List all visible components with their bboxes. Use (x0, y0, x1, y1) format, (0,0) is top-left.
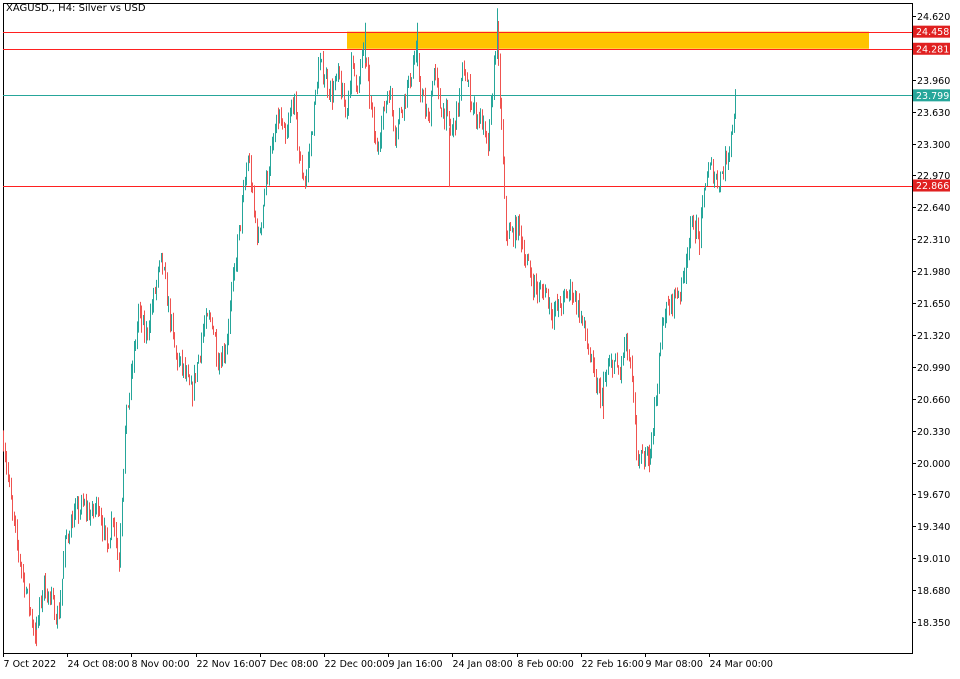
x-tick-label: 8 Feb 00:00 (518, 659, 574, 670)
y-tick-label: 23.630 (917, 108, 950, 119)
y-tick-label: 22.310 (917, 235, 950, 246)
x-tick-label: 9 Mar 08:00 (646, 659, 703, 670)
y-tick-label: 20.990 (917, 363, 950, 374)
x-tick-label: 22 Dec 00:00 (325, 659, 389, 670)
level-tag-label-3: 22.866 (916, 181, 949, 192)
level-tag-label-1: 24.281 (916, 44, 949, 55)
y-tick-label: 22.640 (917, 203, 950, 214)
chart: 24.62024.29023.96023.63023.30022.97022.6… (0, 0, 960, 675)
y-tick-label: 18.350 (917, 618, 950, 629)
level-tag-label-2: 23.799 (916, 91, 949, 102)
y-tick-label: 24.620 (917, 12, 950, 23)
y-tick-label: 21.650 (917, 299, 950, 310)
chart-title: XAGUSD., H4: Silver vs USD (6, 3, 146, 14)
x-tick-label: 22 Nov 16:00 (197, 659, 261, 670)
y-tick-label: 19.340 (917, 522, 950, 533)
y-tick-label: 21.320 (917, 331, 950, 342)
y-tick-label: 19.010 (917, 554, 950, 565)
x-tick-label: 8 Nov 00:00 (132, 659, 190, 670)
x-tick-label: 9 Jan 16:00 (389, 659, 443, 670)
x-tick-label: 7 Oct 2022 (4, 659, 57, 670)
y-tick-label: 18.680 (917, 586, 950, 597)
y-tick-label: 21.980 (917, 267, 950, 278)
y-tick-label: 19.670 (917, 490, 950, 501)
level-tag-label-0: 24.458 (916, 27, 949, 38)
y-tick-label: 23.960 (917, 76, 950, 87)
y-tick-label: 23.300 (917, 140, 950, 151)
x-tick-label: 24 Oct 08:00 (68, 659, 130, 670)
chart-canvas: 24.62024.29023.96023.63023.30022.97022.6… (3, 3, 950, 670)
y-tick-label: 20.000 (917, 459, 950, 470)
x-tick-label: 24 Jan 08:00 (453, 659, 513, 670)
x-tick-label: 24 Mar 00:00 (710, 659, 773, 670)
x-tick-label: 7 Dec 08:00 (261, 659, 319, 670)
resistance-zone (347, 31, 869, 49)
x-tick-label: 22 Feb 16:00 (582, 659, 644, 670)
plot-frame (3, 3, 913, 654)
y-tick-label: 20.660 (917, 395, 950, 406)
y-tick-label: 20.330 (917, 427, 950, 438)
